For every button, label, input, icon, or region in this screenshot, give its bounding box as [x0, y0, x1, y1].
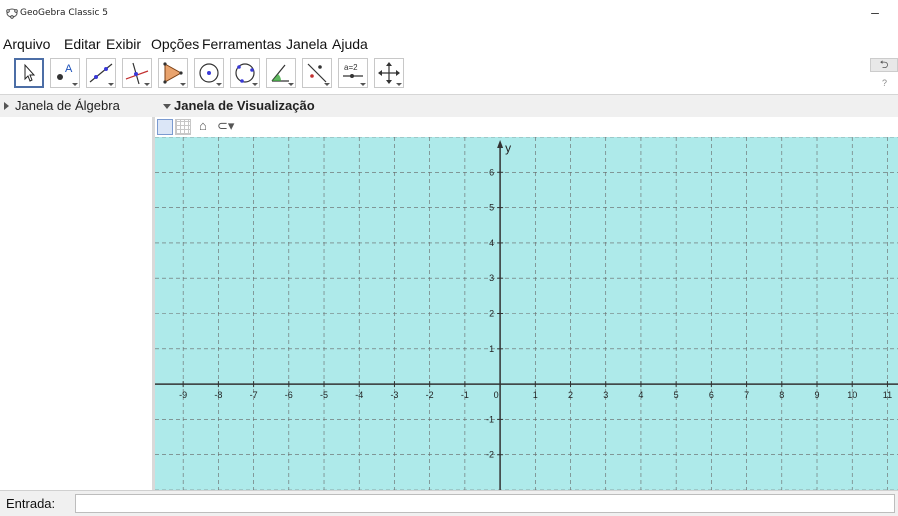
- y-tick-label: -1: [486, 414, 494, 424]
- x-tick-label: -1: [461, 390, 469, 400]
- algebra-view[interactable]: [0, 117, 155, 490]
- minimize-button[interactable]: –: [866, 4, 884, 20]
- graphics-view[interactable]: y -9 -8 -7 -6 -5 -4 -3 -2 -1 0 1 2 3 4 5 6 7 8 9 10 11 6 5 4 3 2…: [155, 137, 898, 490]
- angle-tool[interactable]: [266, 58, 296, 88]
- graphics-style-bar: ⌂ ⊂▾: [155, 117, 898, 137]
- x-tick-label: 9: [815, 390, 820, 400]
- x-tick-label: 1: [533, 390, 538, 400]
- circle-tool[interactable]: [194, 58, 224, 88]
- algebra-view-header[interactable]: Janela de Álgebra: [0, 95, 152, 117]
- x-tick-label: 3: [603, 390, 608, 400]
- menu-arquivo[interactable]: Arquivo: [3, 36, 50, 52]
- x-tick-label: 7: [744, 390, 749, 400]
- arrow-cursor-icon: [24, 63, 36, 82]
- x-tick-label: -4: [355, 390, 363, 400]
- reflect-tool[interactable]: [302, 58, 332, 88]
- slider-tool[interactable]: a=2: [338, 58, 368, 88]
- x-tick-label: 6: [709, 390, 714, 400]
- x-tick-label: -8: [214, 390, 222, 400]
- x-tick-label: -2: [426, 390, 434, 400]
- x-tick-label: 0: [494, 390, 499, 400]
- x-tick-label: 2: [568, 390, 573, 400]
- slider-tool-label: a=2: [344, 63, 358, 72]
- input-field[interactable]: [75, 494, 895, 513]
- x-tick-label: 5: [674, 390, 679, 400]
- menu-ferramentas[interactable]: Ferramentas: [202, 36, 281, 52]
- y-tick-label: 5: [489, 203, 494, 213]
- graphics-view-title: Janela de Visualização: [174, 98, 315, 113]
- menu-exibir[interactable]: Exibir: [106, 36, 141, 52]
- point-tool[interactable]: A: [50, 58, 80, 88]
- graphics-view-header[interactable]: Janela de Visualização: [155, 95, 898, 117]
- undo-icon[interactable]: ⮌: [870, 58, 898, 72]
- y-tick-label: 1: [489, 344, 494, 354]
- circle-three-points-tool[interactable]: [230, 58, 260, 88]
- x-tick-label: -5: [320, 390, 328, 400]
- y-axis-arrow-icon: [497, 140, 504, 148]
- menu-ajuda[interactable]: Ajuda: [332, 36, 368, 52]
- x-tick-label: -3: [390, 390, 398, 400]
- line-tool[interactable]: [86, 58, 116, 88]
- window-title: GeoGebra Classic 5: [20, 8, 109, 18]
- polygon-tool[interactable]: [158, 58, 188, 88]
- view-options-icon[interactable]: ⊂▾: [217, 118, 234, 134]
- menu-bar: Arquivo Editar Exibir Opções Ferramentas…: [0, 36, 898, 56]
- y-tick-label: 2: [489, 309, 494, 319]
- x-tick-label: 10: [847, 390, 857, 400]
- toolbar: A a=2 ⮌ ?: [0, 56, 898, 94]
- y-tick-label: 3: [489, 273, 494, 283]
- title-bar: GeoGebra Classic 5 –: [0, 0, 898, 28]
- collapse-arrow-icon[interactable]: [163, 104, 171, 109]
- x-tick-label: -7: [250, 390, 258, 400]
- show-grid-toggle[interactable]: [175, 119, 191, 135]
- x-tick-label: -9: [179, 390, 187, 400]
- menu-editar[interactable]: Editar: [64, 36, 101, 52]
- y-axis-label: y: [505, 141, 511, 155]
- show-axes-toggle[interactable]: [157, 119, 173, 135]
- panel-header-row: Janela de Álgebra Janela de Visualização: [0, 94, 898, 118]
- x-tick-label: 4: [638, 390, 643, 400]
- y-tick-label: 4: [489, 238, 494, 248]
- menu-opcoes[interactable]: Opções: [151, 36, 199, 52]
- home-icon[interactable]: ⌂: [199, 118, 207, 133]
- algebra-view-title: Janela de Álgebra: [15, 98, 120, 113]
- move-tool[interactable]: [14, 58, 44, 88]
- y-tick-label: 6: [489, 167, 494, 177]
- help-icon[interactable]: ?: [882, 78, 887, 88]
- x-tick-label: 8: [779, 390, 784, 400]
- x-tick-label: 11: [883, 390, 892, 400]
- coordinate-plane[interactable]: y -9 -8 -7 -6 -5 -4 -3 -2 -1 0 1 2 3 4 5 6 7 8 9 10 11 6 5 4 3 2…: [155, 137, 898, 490]
- geogebra-logo-icon: [6, 8, 18, 19]
- y-tick-label: -2: [486, 450, 494, 460]
- input-bar: Entrada:: [0, 490, 898, 516]
- menu-janela[interactable]: Janela: [286, 36, 327, 52]
- move-view-tool[interactable]: [374, 58, 404, 88]
- perpendicular-tool[interactable]: [122, 58, 152, 88]
- input-label: Entrada:: [6, 496, 56, 511]
- x-tick-label: -6: [285, 390, 293, 400]
- expand-arrow-icon[interactable]: [4, 102, 9, 110]
- point-tool-label: A: [65, 63, 73, 75]
